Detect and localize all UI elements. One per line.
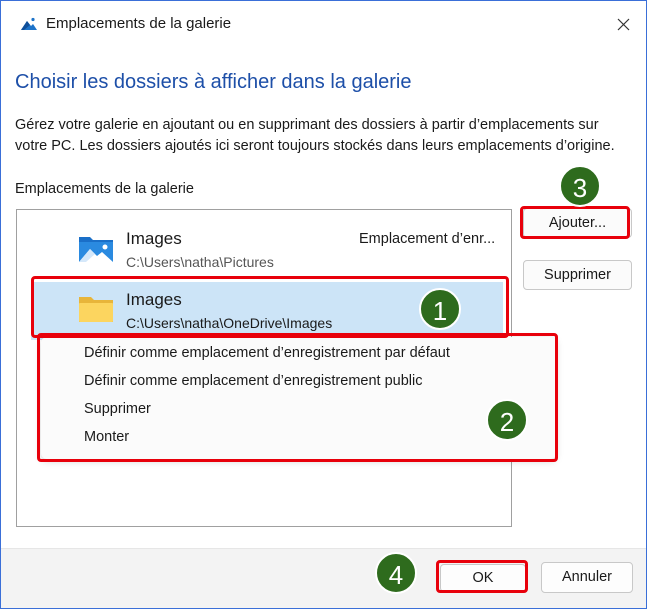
folder-name: Images xyxy=(126,229,182,248)
folder-name: Images xyxy=(126,290,182,309)
folder-status: Emplacement d’enr... xyxy=(359,231,496,247)
gallery-locations-dialog: Emplacements de la galerie Choisir les d… xyxy=(0,0,647,609)
menu-item-move-up[interactable]: Monter xyxy=(84,429,129,445)
close-button[interactable] xyxy=(601,5,645,43)
ok-button[interactable]: OK xyxy=(440,564,526,592)
gallery-icon xyxy=(21,16,37,30)
cancel-button[interactable]: Annuler xyxy=(541,562,633,593)
step-badge-3: 3 xyxy=(559,165,601,207)
list-item[interactable]: Images C:\Users\natha\Pictures Emplaceme… xyxy=(31,221,503,279)
pictures-folder-icon xyxy=(79,237,113,262)
add-button[interactable]: Ajouter... xyxy=(523,208,632,238)
yellow-folder-icon xyxy=(79,297,113,322)
step-badge-4: 4 xyxy=(375,552,417,594)
menu-item-set-public-save[interactable]: Définir comme emplacement d’enregistreme… xyxy=(84,373,422,389)
context-menu: Définir comme emplacement d’enregistreme… xyxy=(41,337,556,459)
title-bar: Emplacements de la galerie xyxy=(1,1,646,47)
remove-button[interactable]: Supprimer xyxy=(523,260,632,290)
dialog-description: Gérez votre galerie en ajoutant ou en su… xyxy=(15,117,615,154)
dialog-heading: Choisir les dossiers à afficher dans la … xyxy=(15,71,412,93)
close-icon xyxy=(617,18,630,31)
menu-item-remove[interactable]: Supprimer xyxy=(84,401,151,417)
menu-item-set-default-save[interactable]: Définir comme emplacement d’enregistreme… xyxy=(84,345,450,361)
step-badge-2: 2 xyxy=(486,399,528,441)
locations-list-label: Emplacements de la galerie xyxy=(15,181,194,197)
window-title: Emplacements de la galerie xyxy=(46,15,232,32)
folder-path: C:\Users\natha\OneDrive\Images xyxy=(126,315,333,331)
folder-path: C:\Users\natha\Pictures xyxy=(126,254,274,270)
step-badge-1: 1 xyxy=(419,288,461,330)
